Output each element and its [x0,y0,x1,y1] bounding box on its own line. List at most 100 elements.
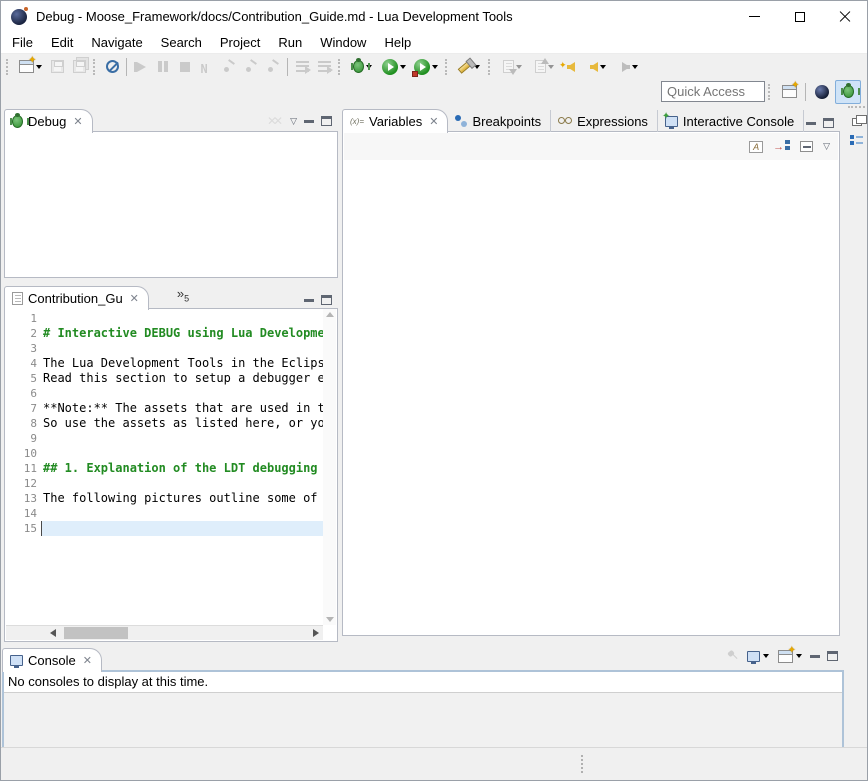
menu-search[interactable]: Search [152,33,211,52]
new-wizard-button[interactable]: ✦ [14,56,46,78]
editor-content[interactable]: 1 2# Interactive DEBUG using Lua Develop… [4,308,338,642]
toolbar-drag-handle[interactable] [488,59,493,75]
lua-perspective-button[interactable] [809,80,835,104]
view-menu-button[interactable]: ▽ [823,142,830,151]
more-editors-chevron[interactable]: »5 [177,286,189,304]
toolbar-drag-handle[interactable] [93,59,98,75]
debug-perspective-button[interactable] [835,80,861,104]
close-icon[interactable]: ✕ [429,115,438,128]
menu-edit[interactable]: Edit [42,33,82,52]
window-close-button[interactable] [822,1,867,32]
tab-breakpoints[interactable]: Breakpoints [448,110,551,132]
console-icon [10,655,23,666]
forward-button[interactable] [614,56,646,78]
minimize-view-button[interactable] [806,122,816,125]
view-menu-button[interactable]: ▽ [290,117,297,126]
quick-access-input[interactable] [661,81,765,102]
restore-view-button[interactable] [844,118,868,126]
editor-line: 11## 1. Explanation of the LDT debugging [5,461,323,476]
maximize-view-button[interactable] [823,118,834,128]
maximize-icon [795,12,805,22]
maximize-view-button[interactable] [321,116,332,126]
menu-window[interactable]: Window [311,33,375,52]
toolbar-drag-handle[interactable] [338,59,343,75]
minimize-view-button[interactable] [304,120,314,123]
save-all-button [68,56,90,78]
editor-line: 13The following pictures outline some of [5,491,323,506]
window-title: Debug - Moose_Framework/docs/Contributio… [36,9,732,24]
toolbar-drag-handle[interactable] [6,59,11,75]
status-drag-handle[interactable] [581,755,583,773]
toolbox-badge-icon [412,71,418,77]
scrollbar-thumb[interactable] [64,627,128,639]
collapse-all-button[interactable] [800,141,813,152]
toolbar-drag-handle[interactable] [445,59,450,75]
open-perspective-button[interactable]: ✦ [776,80,802,104]
scroll-right-icon[interactable] [313,629,319,637]
scroll-left-icon[interactable] [50,629,56,637]
variables-icon: (x)= [350,117,364,126]
editor-vertical-scrollbar[interactable] [323,309,336,625]
toolbar-drag-handle[interactable] [768,84,773,100]
menu-project[interactable]: Project [211,33,269,52]
debug-button[interactable] [346,56,378,78]
strip-drag-handle[interactable] [848,106,865,112]
search-button[interactable] [453,56,485,78]
menu-navigate[interactable]: Navigate [82,33,151,52]
show-type-names-button[interactable]: A [749,141,763,153]
dropdown-caret-icon [632,65,638,69]
console-view: Console ✕ ✦ No consoles to display at th… [2,646,844,749]
skip-all-breakpoints-button[interactable] [101,56,123,78]
last-edit-location-button[interactable]: ✦ [560,56,582,78]
menu-run[interactable]: Run [269,33,311,52]
dropdown-caret-icon [763,654,769,658]
outline-view-button[interactable] [844,134,868,147]
run-button[interactable] [378,56,410,78]
tab-editor-contribution-guide[interactable]: Contribution_Gu ✕ [4,286,149,310]
menu-file[interactable]: File [3,33,42,52]
scroll-up-icon[interactable] [326,312,334,317]
expressions-icon [558,116,572,126]
dropdown-caret-icon [600,65,606,69]
window-minimize-button[interactable] [732,1,777,32]
tab-console[interactable]: Console ✕ [2,648,102,672]
dropdown-caret-icon [548,65,554,69]
tab-debug[interactable]: Debug ✕ [4,109,93,133]
file-icon [12,292,23,305]
skip-breakpoints-icon [106,60,119,73]
back-button[interactable] [582,56,614,78]
maximize-view-button[interactable] [827,651,838,661]
external-tools-button[interactable] [410,56,442,78]
minimize-icon [749,16,760,17]
show-logical-structure-button[interactable]: → [773,140,790,153]
forward-icon [622,62,630,72]
suspend-icon [158,61,168,72]
editor-line: 12 [5,476,323,491]
display-selected-console-button[interactable] [746,645,770,667]
close-icon[interactable]: ✕ [83,654,92,667]
editor-horizontal-scrollbar[interactable] [6,625,323,640]
open-console-button[interactable]: ✦ [777,645,803,667]
window-maximize-button[interactable] [777,1,822,32]
editor-text[interactable]: 1 2# Interactive DEBUG using Lua Develop… [5,311,323,625]
close-icon[interactable]: ✕ [130,292,139,305]
tab-expressions[interactable]: Expressions [551,110,658,132]
debug-view-content [4,131,338,278]
terminate-icon [180,62,190,72]
tab-interactive-console[interactable]: ✦ Interactive Console [658,110,804,132]
minimize-view-button[interactable] [304,299,314,302]
new-wizard-icon: ✦ [19,60,34,73]
scroll-down-icon[interactable] [326,617,334,622]
console-content: No consoles to display at this time. [2,670,844,749]
menu-help[interactable]: Help [375,33,420,52]
tab-label: Interactive Console [683,114,794,129]
toolbar-separator [126,58,127,76]
minimize-view-button[interactable] [810,655,820,658]
editor-line: 2# Interactive DEBUG using Lua Developme [5,326,323,341]
maximize-view-button[interactable] [321,295,332,305]
tab-variables[interactable]: (x)= Variables ✕ [342,109,448,133]
close-icon[interactable]: ✕ [73,115,82,128]
disconnect-button [196,56,218,78]
debug-tab-row: Debug ✕ ✕✕ ▽ [4,107,338,132]
main-toolbar: ✦ [1,54,867,79]
